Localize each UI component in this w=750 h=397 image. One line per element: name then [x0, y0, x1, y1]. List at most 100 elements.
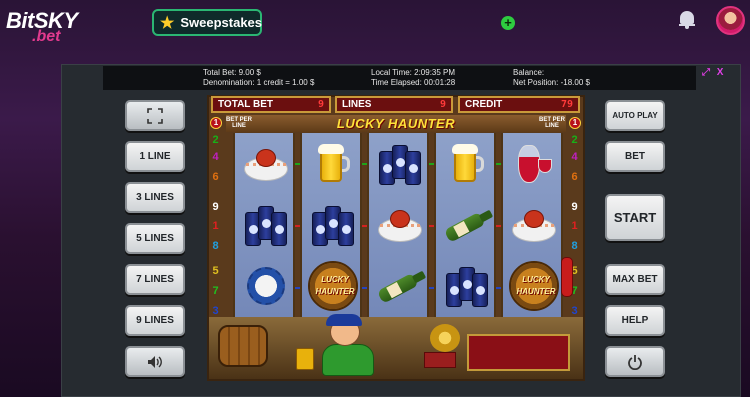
9-lines-button[interactable]: 9 LINES: [125, 305, 185, 336]
reel-2: LUCKY HAUNTER: [300, 133, 362, 317]
right-line-number-3: 3: [571, 305, 578, 317]
power-icon: [628, 354, 642, 370]
bottle-symbol-icon: [367, 255, 433, 316]
total-bet-value: 9: [317, 99, 324, 110]
right-line-number-9: 9: [571, 201, 578, 213]
lucky-symbol-icon: LUCKY HAUNTER: [308, 260, 358, 311]
reel-cell: [235, 194, 297, 255]
help-button[interactable]: HELP: [605, 305, 665, 336]
haunter-symbol-text: HAUNTER: [516, 286, 556, 296]
reel-cell: [235, 255, 297, 316]
right-line-number-1: 1: [571, 220, 578, 232]
lucky-symbol-icon: LUCKY HAUNTER: [509, 260, 559, 311]
time-elapsed-info: Time Elapsed: 00:01:28: [371, 78, 456, 87]
auto-play-button[interactable]: AUTO PLAY: [605, 100, 665, 131]
reel-3: [367, 133, 429, 317]
left-line-number-5: 5: [212, 265, 219, 277]
crab-symbol-icon: [376, 204, 424, 246]
credit-label: CREDIT: [465, 99, 503, 110]
cans-symbol-icon: [377, 141, 423, 187]
7-lines-button[interactable]: 7 LINES: [125, 264, 185, 295]
reel-cell: [235, 133, 297, 194]
1-line-button[interactable]: 1 LINE: [125, 141, 185, 172]
notification-bell-icon[interactable]: [679, 11, 695, 29]
logo-text-secondary: .bet: [32, 28, 61, 45]
speaker-icon: [148, 355, 162, 368]
win-display: [467, 334, 570, 371]
expand-icon[interactable]: ⤢: [702, 67, 710, 78]
left-line-number-6: 6: [212, 171, 219, 183]
fullscreen-button[interactable]: [125, 100, 185, 131]
denomination-info: Denomination: 1 credit = 1.00 $: [203, 78, 315, 87]
bet-per-line-right-value: 1: [569, 117, 581, 129]
haunter-symbol-text: HAUNTER: [315, 286, 355, 296]
lucky-symbol-text: LUCKY: [321, 274, 349, 284]
star-icon: ★: [160, 14, 175, 32]
game-title: LUCKY HAUNTER: [336, 116, 456, 131]
crab-symbol-icon: [510, 204, 558, 246]
credit-value: 79: [560, 99, 573, 110]
lines-value: 9: [439, 99, 446, 110]
beer-mug-image: [296, 348, 314, 370]
bet-per-line-left: BET PER LINE: [225, 117, 252, 129]
cans-symbol-icon: [310, 202, 356, 248]
beer-symbol-icon: [450, 143, 484, 184]
start-button[interactable]: START: [605, 194, 665, 241]
close-icon[interactable]: X: [717, 67, 724, 78]
lucky-symbol-text: LUCKY: [522, 274, 550, 284]
total-bet-label: TOTAL BET: [218, 99, 273, 110]
bottle-symbol-icon: [434, 194, 500, 255]
user-avatar[interactable]: [716, 6, 745, 35]
sweepstakes-button[interactable]: ★ Sweepstakes: [152, 9, 262, 36]
add-funds-button[interactable]: +: [501, 16, 515, 30]
left-line-number-8: 8: [212, 240, 219, 252]
reel-1: [233, 133, 295, 317]
local-time-info: Local Time: 2:09:35 PM: [371, 68, 456, 77]
reel-cell: [369, 194, 431, 255]
balance-info: Balance:: [513, 68, 545, 77]
beer-symbol-icon: [316, 143, 350, 184]
left-line-number-2: 2: [212, 134, 219, 146]
cans-symbol-icon: [243, 202, 289, 248]
left-line-number-4: 4: [212, 151, 219, 163]
right-line-number-4: 4: [571, 151, 578, 163]
max-bet-button[interactable]: MAX BET: [605, 264, 665, 295]
total-bet-display: TOTAL BET 9: [211, 96, 331, 113]
net-position-info: Net Position: -18.00 $: [513, 78, 590, 87]
reel-cell: [436, 194, 498, 255]
bet-per-line-right: BET PER LINE: [538, 117, 565, 129]
reel-cell: [503, 194, 565, 255]
total-bet-info: Total Bet: 9.00 $: [203, 68, 261, 77]
barrel-image: [218, 325, 268, 367]
right-line-number-8: 8: [571, 240, 578, 252]
frame-controls: ⤢ X: [702, 67, 723, 78]
cans-symbol-icon: [444, 263, 490, 309]
reel-cell: [302, 133, 364, 194]
reel-cell: LUCKY HAUNTER: [503, 255, 565, 316]
sound-button[interactable]: [125, 346, 185, 377]
character-body: [322, 344, 374, 376]
reel-5: LUCKY HAUNTER: [501, 133, 563, 317]
lines-display: LINES 9: [335, 96, 453, 113]
bet-per-line-left-value: 1: [210, 117, 222, 129]
top-bar: BitSKY .bet ★ Sweepstakes +: [0, 0, 750, 48]
extinguisher-image: [561, 257, 573, 297]
left-line-number-3: 3: [212, 305, 219, 317]
3-lines-button[interactable]: 3 LINES: [125, 182, 185, 213]
reel-cell: [436, 133, 498, 194]
left-line-number-7: 7: [212, 285, 219, 297]
reel-cell: [302, 194, 364, 255]
game-info-bar: Total Bet: 9.00 $ Denomination: 1 credit…: [103, 66, 696, 90]
exit-button[interactable]: [605, 346, 665, 377]
fullscreen-icon: [147, 107, 163, 124]
5-lines-button[interactable]: 5 LINES: [125, 223, 185, 254]
right-line-number-2: 2: [571, 134, 578, 146]
bet-button[interactable]: BET: [605, 141, 665, 172]
reel-cell: [369, 133, 431, 194]
credit-display: CREDIT 79: [458, 96, 580, 113]
left-line-number-1: 1: [212, 220, 219, 232]
bitsky-logo[interactable]: BitSKY .bet: [6, 8, 88, 45]
right-line-number-6: 6: [571, 171, 578, 183]
reel-cell: [436, 255, 498, 316]
crab-symbol-icon: [242, 143, 290, 185]
